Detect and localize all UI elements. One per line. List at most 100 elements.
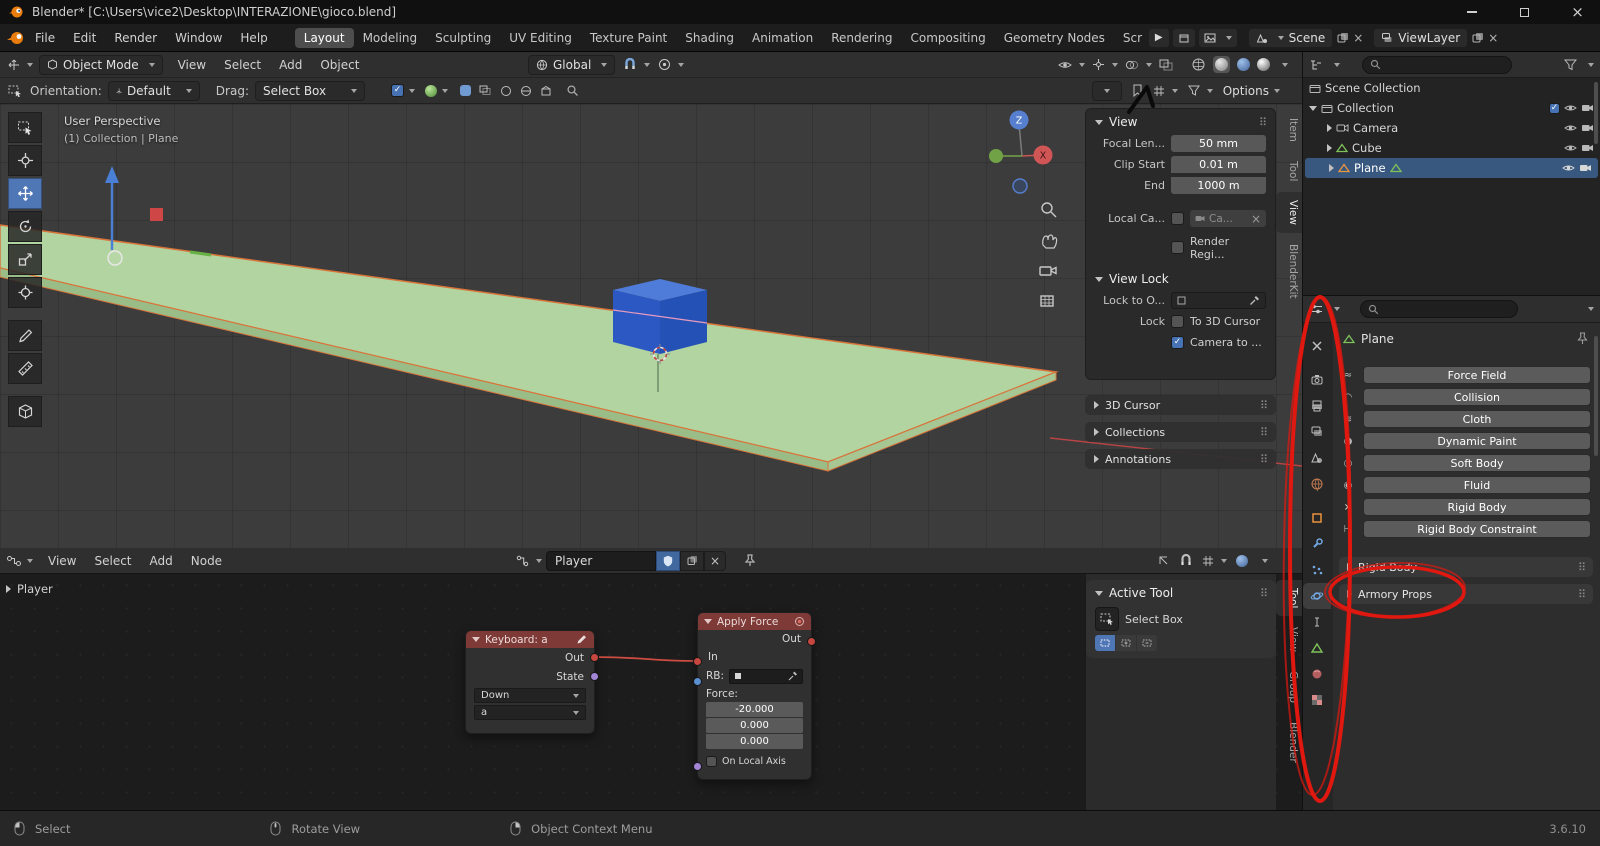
keyboard-state-socket[interactable] <box>590 672 599 681</box>
shading-solid-icon[interactable] <box>1213 56 1230 73</box>
tool-option-toggle-3[interactable] <box>500 85 512 97</box>
workspace-tab-layout[interactable]: Layout <box>294 27 354 48</box>
viewport-canvas[interactable]: Z X User Perspective (1) Collection | Pl… <box>0 104 1302 548</box>
remove-rigid-body-icon[interactable]: × <box>1341 502 1355 513</box>
outliner-search[interactable] <box>1362 55 1512 74</box>
rigid-body-button[interactable]: Rigid Body <box>1363 498 1591 516</box>
move-tool[interactable] <box>8 178 42 209</box>
collection-exclude-checkbox[interactable] <box>1549 102 1560 114</box>
viewport-menu-object[interactable]: Object <box>311 58 368 72</box>
hide-eye-icon[interactable] <box>1562 163 1575 173</box>
snap-target-icon[interactable] <box>424 84 437 97</box>
overlay-toggle-icon[interactable] <box>1236 554 1248 567</box>
panel-options-icon[interactable]: ⠿ <box>1260 587 1268 600</box>
collision-button[interactable]: Collision <box>1363 388 1591 406</box>
node-tab-view[interactable]: View <box>1276 619 1302 660</box>
render-visibility-icon[interactable] <box>1579 163 1592 173</box>
collections-panel-header[interactable]: Collections ⠿ <box>1085 422 1276 442</box>
tab-particles-icon[interactable] <box>1303 557 1331 583</box>
outliner-row-plane[interactable]: Plane <box>1305 158 1598 178</box>
expand-icon[interactable] <box>1329 164 1334 172</box>
active-tool-thumbnail[interactable] <box>1095 607 1119 631</box>
sidebar-tab-view[interactable]: View <box>1276 192 1302 234</box>
select-box-tool[interactable] <box>8 112 42 143</box>
workspace-tab-geometry-nodes[interactable]: Geometry Nodes <box>995 28 1114 48</box>
presets-dropdown[interactable] <box>1091 80 1122 101</box>
local-axis-socket[interactable] <box>693 762 702 771</box>
auto-offset-icon[interactable] <box>1157 554 1170 567</box>
lock-to-object-field[interactable] <box>1171 292 1266 309</box>
tab-constraints-icon[interactable] <box>1303 609 1331 635</box>
collapse-icon[interactable] <box>472 637 480 642</box>
viewport-menu-add[interactable]: Add <box>270 58 311 72</box>
node-tab-blenderkit[interactable]: Blender <box>1276 714 1302 771</box>
outliner-row-collection[interactable]: Collection <box>1303 98 1600 118</box>
tree-name-field[interactable]: Player <box>546 550 656 571</box>
outliner-row-camera[interactable]: Camera <box>1303 118 1600 138</box>
overlays-dropdown[interactable] <box>1125 59 1152 71</box>
local-camera-checkbox[interactable] <box>1171 212 1184 225</box>
render-visibility-icon[interactable] <box>1581 103 1594 113</box>
outliner-editor-icon[interactable] <box>1309 59 1323 71</box>
scale-tool[interactable] <box>8 244 42 275</box>
add-cube-tool[interactable] <box>8 396 42 427</box>
drag-setting-dropdown[interactable]: Select Box <box>254 80 365 101</box>
scene-selector[interactable]: Scene <box>1247 27 1334 48</box>
fake-user-shield-button[interactable] <box>656 550 680 571</box>
pan-hand-icon[interactable] <box>1042 234 1058 249</box>
keyboard-out-socket[interactable] <box>590 653 599 662</box>
annotations-panel-header[interactable]: Annotations ⠿ <box>1085 449 1276 469</box>
search-icon[interactable] <box>566 84 579 97</box>
select-mode-add-button[interactable] <box>1116 635 1136 651</box>
shading-wireframe-icon[interactable] <box>1191 57 1206 72</box>
filter-dropdown[interactable] <box>1187 85 1213 96</box>
hide-eye-icon[interactable] <box>1564 143 1577 153</box>
snap-checkbox[interactable] <box>390 84 404 97</box>
workspace-tab-rendering[interactable]: Rendering <box>822 28 901 48</box>
options-button[interactable]: Options <box>1223 84 1280 98</box>
tool-option-toggle-5[interactable] <box>540 85 552 97</box>
editor-type-icon[interactable] <box>6 58 22 72</box>
unlink-scene-icon[interactable]: × <box>1353 31 1363 45</box>
tab-tool-icon[interactable] <box>1303 333 1331 359</box>
camera-view-icon[interactable] <box>1039 266 1057 276</box>
cloth-button[interactable]: Cloth <box>1363 410 1591 428</box>
node-menu-node[interactable]: Node <box>182 554 231 568</box>
menu-file[interactable]: File <box>26 31 64 45</box>
rotate-tool[interactable] <box>8 211 42 242</box>
apply-force-node-header[interactable]: Apply Force <box>698 613 811 630</box>
apply-force-in-socket[interactable] <box>693 657 702 666</box>
render-visibility-icon[interactable] <box>1581 123 1594 133</box>
panel-options-icon[interactable]: ⠿ <box>1260 399 1268 412</box>
eyedropper-icon[interactable] <box>788 671 798 681</box>
menu-help[interactable]: Help <box>231 31 276 45</box>
snap-mode-dropdown[interactable] <box>1202 555 1227 567</box>
bookmark-icon[interactable] <box>1132 84 1143 97</box>
zoom-control-icon[interactable] <box>1041 202 1057 218</box>
properties-search[interactable] <box>1360 300 1518 318</box>
node-tab-tool[interactable]: Tool <box>1276 580 1302 617</box>
unlink-tree-button[interactable]: × <box>704 550 726 571</box>
tab-material-icon[interactable] <box>1303 661 1331 687</box>
render-visibility-icon[interactable] <box>1581 143 1594 153</box>
node-menu-view[interactable]: View <box>39 554 85 568</box>
focal-length-field[interactable]: 50 mm <box>1171 135 1266 152</box>
measure-tool[interactable] <box>8 353 42 384</box>
maximize-button[interactable] <box>1502 0 1547 24</box>
dynamic-paint-button[interactable]: Dynamic Paint <box>1363 432 1591 450</box>
viewlayer-selector[interactable]: ViewLayer <box>1373 27 1469 48</box>
node-canvas[interactable]: Player Keyboard: a Out State Down a Appl… <box>0 574 1302 810</box>
xray-toggle-icon[interactable] <box>1159 59 1173 71</box>
tool-option-toggle-2[interactable] <box>479 85 492 96</box>
menu-edit[interactable]: Edit <box>64 31 105 45</box>
node-menu-select[interactable]: Select <box>85 554 140 568</box>
tool-option-toggle-4[interactable] <box>520 85 532 97</box>
tab-object-data-icon[interactable] <box>1303 635 1331 661</box>
on-local-axis-checkbox[interactable] <box>706 755 717 767</box>
tool-option-toggle-1[interactable] <box>459 85 471 96</box>
copy-tree-button[interactable] <box>680 550 704 571</box>
node-menu-add[interactable]: Add <box>141 554 182 568</box>
3d-cursor-panel-header[interactable]: 3D Cursor ⠿ <box>1085 395 1276 415</box>
hide-eye-icon[interactable] <box>1564 103 1577 113</box>
key-event-dropdown[interactable]: Down <box>474 688 586 703</box>
